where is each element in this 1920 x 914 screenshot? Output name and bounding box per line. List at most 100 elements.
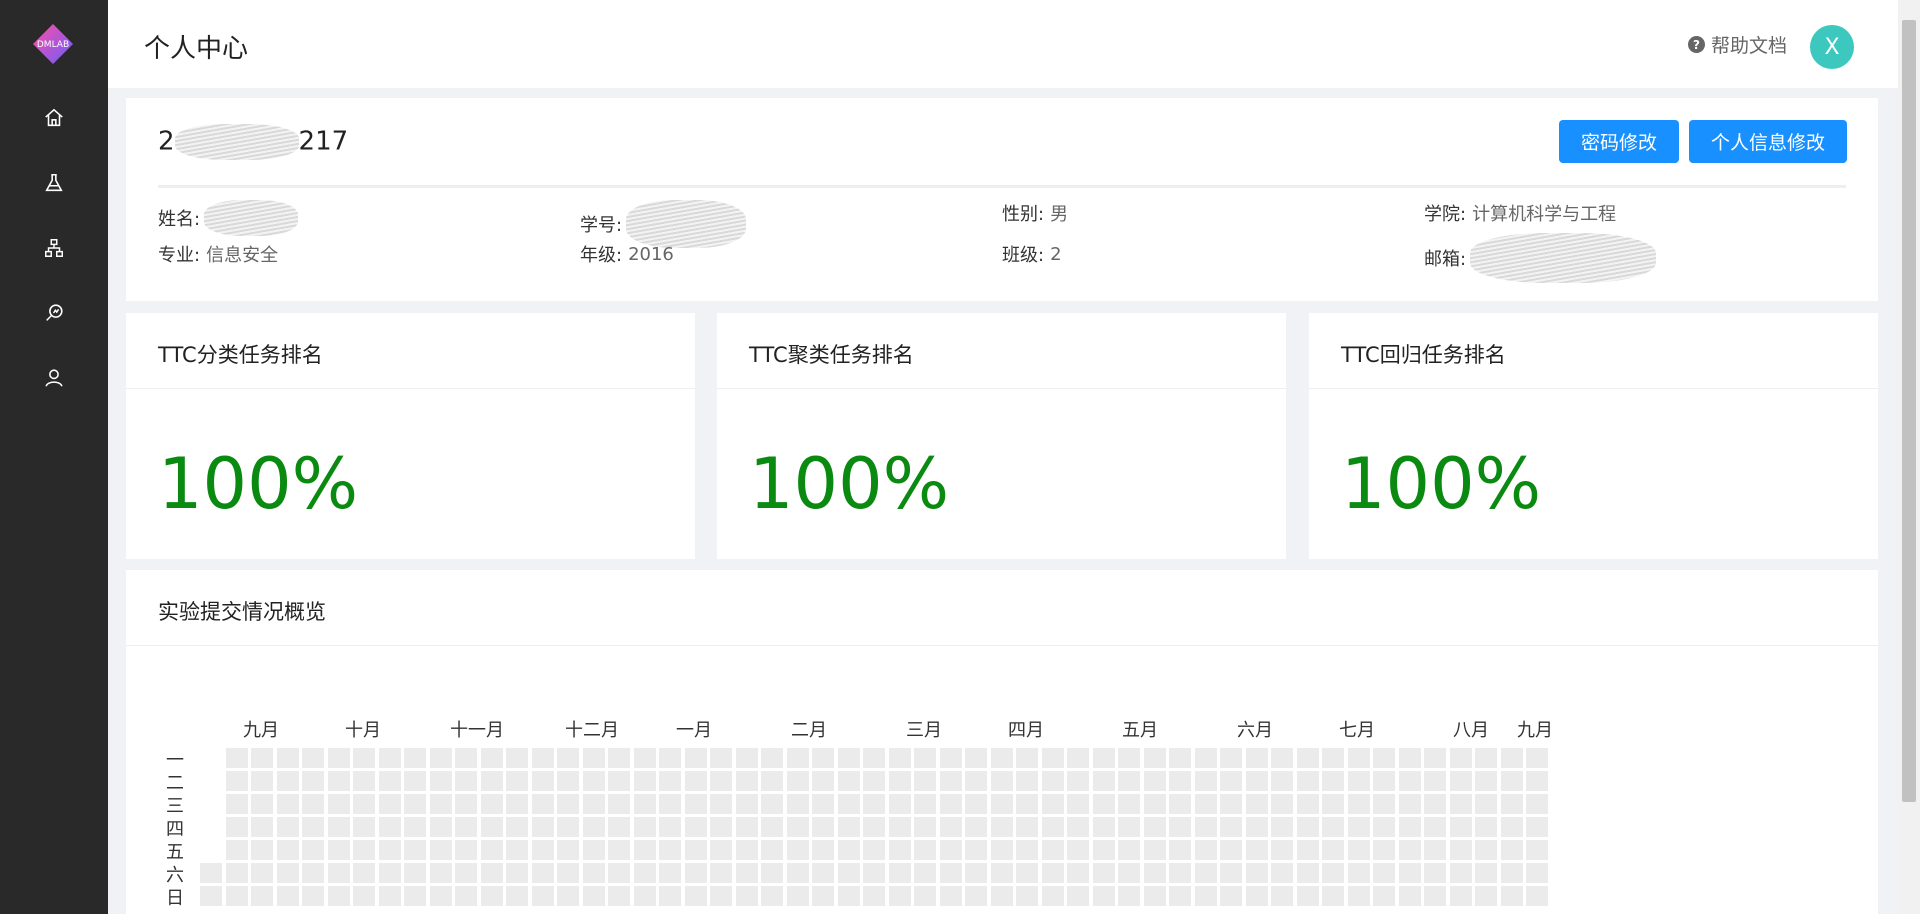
heatmap-cell (939, 771, 962, 791)
heatmap-cell (1169, 886, 1191, 906)
heatmap-cell (429, 771, 452, 791)
heatmap-cell (404, 817, 426, 837)
heatmap-cell (761, 748, 783, 768)
sidebar-item-home[interactable] (0, 93, 108, 143)
class-value: 2 (1050, 243, 1062, 265)
heatmap-cell (327, 817, 350, 837)
help-docs-label: 帮助文档 (1711, 35, 1788, 57)
class-field: 班级: 2 (1002, 241, 1062, 267)
heatmap-cell (480, 817, 503, 837)
heatmap-cell (404, 840, 426, 860)
major-field: 专业: 信息安全 (158, 241, 278, 267)
heatmap-cell (302, 771, 324, 791)
heatmap-cell (1398, 840, 1421, 860)
heatmap-cell (633, 840, 656, 860)
heatmap-cell (1424, 748, 1446, 768)
heatmap-cell (302, 886, 324, 906)
heatmap-cell (1373, 817, 1395, 837)
heatmap-cell (1296, 886, 1319, 906)
change-password-button[interactable]: 密码修改 (1559, 120, 1680, 163)
heatmap-cell (251, 817, 273, 837)
sidebar-item-network[interactable] (0, 223, 108, 273)
ranking-card-classification: TTC分类任务排名 100% (126, 313, 695, 559)
weekday-label: 日 (166, 888, 184, 909)
heatmap-cell (1118, 886, 1140, 906)
divider (717, 388, 1286, 389)
heatmap-cell (761, 863, 783, 883)
heatmap-cell (531, 817, 554, 837)
heatmap-cell (914, 771, 936, 791)
heatmap-cell (608, 771, 630, 791)
month-label: 九月 (243, 720, 279, 741)
sidebar-item-analysis[interactable] (0, 288, 108, 338)
heatmap-cell (225, 771, 248, 791)
heatmap-cell (327, 840, 350, 860)
heatmap-cell (1220, 817, 1242, 837)
heatmap-cell (225, 748, 248, 768)
heatmap-cell (455, 863, 477, 883)
heatmap-cell (1016, 840, 1038, 860)
heatmap-cell (812, 863, 834, 883)
heatmap-cell (302, 863, 324, 883)
heatmap-cell (812, 840, 834, 860)
class-label: 班级: (1002, 245, 1045, 266)
heatmap-cell (353, 794, 375, 814)
ranking-value: 100% (1341, 443, 1542, 525)
divider (126, 645, 1878, 646)
heatmap-cell (1526, 748, 1548, 768)
heatmap-cell (710, 771, 732, 791)
heatmap-cell (1347, 748, 1370, 768)
heatmap-cell (1194, 771, 1217, 791)
heatmap-cell (506, 863, 528, 883)
heatmap-cell (429, 748, 452, 768)
heatmap-cell (1118, 771, 1140, 791)
heatmap-cell (1143, 886, 1166, 906)
heatmap-cell (786, 748, 809, 768)
heatmap-cell (225, 863, 248, 883)
heatmap-cell (225, 817, 248, 837)
avatar[interactable]: X (1810, 25, 1854, 69)
scrollbar-thumb[interactable] (1902, 20, 1916, 802)
heatmap-cell (1143, 748, 1166, 768)
heatmap-cell (1526, 794, 1548, 814)
heatmap-cell (1220, 771, 1242, 791)
heatmap-cell (1067, 771, 1089, 791)
heatmap-cell (1424, 794, 1446, 814)
dmlab-logo[interactable]: DMLAB (31, 22, 75, 66)
heatmap-cell (1245, 817, 1268, 837)
heatmap-cell (1475, 886, 1497, 906)
college-value: 计算机科学与工程 (1472, 204, 1617, 225)
heatmap-cell (1169, 771, 1191, 791)
heatmap-cell (276, 794, 299, 814)
heatmap-cell (557, 794, 579, 814)
heatmap-cell (378, 840, 401, 860)
heatmap-cell (1143, 817, 1166, 837)
heatmap-cell (1194, 863, 1217, 883)
heatmap-cell (863, 771, 885, 791)
heatmap-cell (1016, 748, 1038, 768)
heatmap-cell (1245, 863, 1268, 883)
sidebar-item-experiments[interactable] (0, 158, 108, 208)
heatmap-cell (608, 886, 630, 906)
heatmap-cell (1041, 863, 1064, 883)
heatmap-cell (1041, 748, 1064, 768)
heatmap-cell (455, 886, 477, 906)
heatmap-cell (1500, 794, 1523, 814)
month-label: 二月 (791, 720, 827, 741)
major-value: 信息安全 (206, 245, 279, 266)
heatmap-cell (1526, 863, 1548, 883)
sidebar-item-profile[interactable] (0, 353, 108, 403)
sidebar: DMLAB (0, 0, 108, 914)
name-label: 姓名: (158, 209, 201, 230)
heatmap-cell (1067, 840, 1089, 860)
heatmap-cell (327, 748, 350, 768)
heatmap-cell (1118, 748, 1140, 768)
heatmap-cell (710, 748, 732, 768)
heatmap-cell (939, 794, 962, 814)
edit-info-button[interactable]: 个人信息修改 (1689, 120, 1848, 163)
help-docs-link[interactable]: ? 帮助文档 (1688, 31, 1787, 58)
heatmap-cell (429, 863, 452, 883)
heatmap-cell (582, 840, 605, 860)
heatmap-cell (1347, 840, 1370, 860)
heatmap-cell (888, 794, 911, 814)
